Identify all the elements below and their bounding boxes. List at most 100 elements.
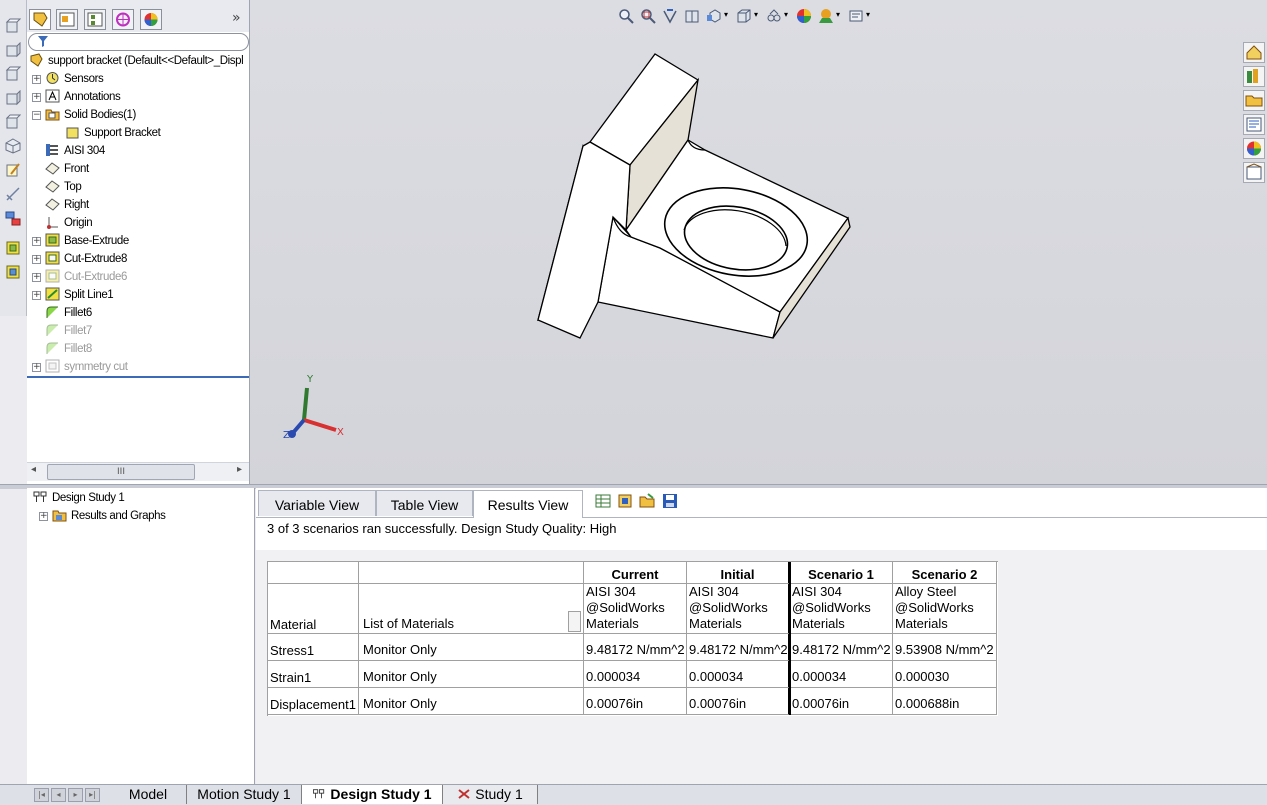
graphics-area[interactable]: ▾ ▾ ▾ ▾ ▾ Y X Z (250, 0, 1267, 484)
tab-dimxpert-manager[interactable] (112, 9, 134, 30)
display-manager-icon (144, 13, 158, 26)
section-view-icon[interactable] (684, 8, 700, 24)
tab-prev-button[interactable]: ◂ (51, 788, 66, 802)
tab-property-manager[interactable] (56, 9, 78, 30)
view-orientation-icon[interactable] (706, 8, 722, 24)
results-and-graphs-item[interactable]: Results and Graphs (52, 507, 166, 525)
row-label: Displacement1 (268, 688, 359, 715)
tab-table-view[interactable]: Table View (376, 490, 473, 516)
material-cell[interactable]: AISI 304 @SolidWorks Materials (687, 584, 790, 634)
tree-expander[interactable]: + (32, 291, 41, 300)
material-cell[interactable]: Alloy Steel @SolidWorks Materials (893, 584, 997, 634)
tab-design-study-1[interactable]: Design Study 1 (302, 785, 443, 804)
tab-first-button[interactable]: |◂ (34, 788, 49, 802)
view-back-icon[interactable] (5, 42, 21, 58)
feature-tree-scrollbar[interactable]: ◂ III ▸ (27, 462, 249, 481)
tab-next-button[interactable]: ▸ (68, 788, 83, 802)
tree-item[interactable]: Support Bracket (65, 124, 161, 142)
previous-view-icon[interactable] (662, 8, 678, 24)
hide-show-items-icon[interactable] (766, 8, 782, 24)
tree-expander[interactable]: + (32, 255, 41, 264)
view-isometric-icon[interactable] (5, 138, 21, 154)
tree-item[interactable]: Top (45, 178, 82, 196)
save-results-icon[interactable] (662, 493, 678, 509)
tree-item[interactable]: Fillet7 (45, 322, 92, 340)
zoom-to-area-icon[interactable] (640, 8, 656, 24)
tab-configuration-manager[interactable] (84, 9, 106, 30)
task-home-button[interactable] (1243, 42, 1265, 63)
view-settings-icon[interactable] (848, 8, 864, 24)
split-line-icon (45, 287, 60, 301)
task-custom-properties-button[interactable] (1243, 162, 1265, 183)
edit-appearance-icon[interactable] (796, 8, 812, 24)
apply-scene-icon[interactable] (818, 8, 834, 24)
material-cell[interactable]: AISI 304 @SolidWorks Materials (790, 584, 893, 634)
tree-item[interactable]: Front (45, 160, 89, 178)
tree-item[interactable]: symmetry cut (45, 358, 128, 376)
tab-motion-study-1[interactable]: Motion Study 1 (187, 785, 302, 804)
tree-item[interactable]: Fillet6 (45, 304, 92, 322)
results-expander[interactable]: + (39, 512, 48, 521)
tree-item[interactable]: Cut-Extrude6 (45, 268, 127, 286)
apply-scene-dropdown[interactable]: ▾ (836, 10, 840, 19)
extrude-icon (45, 233, 60, 247)
view-left-icon[interactable] (5, 66, 21, 82)
tree-item[interactable]: Right (45, 196, 89, 214)
tree-item[interactable]: Base-Extrude (45, 232, 129, 250)
update-model-icon[interactable] (617, 493, 633, 509)
scroll-right-arrow[interactable]: ▸ (237, 464, 242, 475)
tree-item[interactable]: AISI 304 (45, 142, 105, 160)
hide-show-dropdown[interactable]: ▾ (784, 10, 788, 19)
row-type: Monitor Only (359, 688, 584, 715)
display-style-icon[interactable] (736, 8, 752, 24)
rollback-bar[interactable] (27, 376, 249, 378)
tree-expander[interactable]: + (32, 273, 41, 282)
view-front-icon[interactable] (5, 18, 21, 34)
support-bracket-model[interactable] (530, 45, 1140, 345)
task-file-explorer-button[interactable] (1243, 90, 1265, 111)
smart-dimension-icon[interactable] (5, 186, 21, 202)
tree-item[interactable]: Sensors (45, 70, 104, 88)
feature-filter-input[interactable] (28, 33, 249, 51)
tree-expander[interactable]: + (32, 75, 41, 84)
tree-item[interactable]: Cut-Extrude8 (45, 250, 127, 268)
tree-item[interactable]: Fillet8 (45, 340, 92, 358)
tree-expander[interactable]: + (32, 237, 41, 246)
tab-feature-manager[interactable] (29, 9, 51, 30)
tab-display-manager[interactable] (140, 9, 162, 30)
view-settings-dropdown[interactable]: ▾ (866, 10, 870, 19)
tab-results-view[interactable]: Results View (473, 490, 583, 518)
view-orientation-dropdown[interactable]: ▾ (724, 10, 728, 19)
tree-root-part[interactable]: support bracket (Default<<Default>_Displ (29, 52, 244, 70)
open-results-icon[interactable] (639, 493, 655, 509)
tree-expander[interactable]: − (32, 111, 41, 120)
tree-item[interactable]: Solid Bodies(1) (45, 106, 136, 124)
task-appearances-button[interactable] (1243, 138, 1265, 159)
view-top-icon[interactable] (5, 114, 21, 130)
tab-last-button[interactable]: ▸| (85, 788, 100, 802)
tab-variable-view[interactable]: Variable View (258, 490, 376, 516)
tree-item[interactable]: Split Line1 (45, 286, 114, 304)
tree-item[interactable]: Annotations (45, 88, 121, 106)
scroll-thumb[interactable]: III (47, 464, 195, 480)
tree-item[interactable]: Origin (45, 214, 93, 232)
material-dropdown-button[interactable] (568, 611, 581, 632)
view-right-icon[interactable] (5, 90, 21, 106)
material-cell[interactable]: AISI 304 @SolidWorks Materials (584, 584, 687, 634)
tab-study-1[interactable]: Study 1 (443, 785, 538, 804)
export-table-icon[interactable] (595, 493, 611, 509)
feature-cut-icon[interactable] (5, 264, 21, 280)
sketch-icon[interactable] (5, 162, 21, 178)
tree-expander[interactable]: + (32, 93, 41, 102)
tab-model[interactable]: Model (110, 785, 187, 804)
display-style-dropdown[interactable]: ▾ (754, 10, 758, 19)
panel-expand-button[interactable]: » (232, 10, 241, 26)
task-design-library-button[interactable] (1243, 66, 1265, 87)
zoom-to-fit-icon[interactable] (618, 8, 634, 24)
feature-extrude-icon[interactable] (5, 240, 21, 256)
design-study-root[interactable]: Design Study 1 (33, 489, 125, 507)
task-view-palette-button[interactable] (1243, 114, 1265, 135)
scroll-left-arrow[interactable]: ◂ (31, 464, 36, 475)
tree-expander[interactable]: + (32, 363, 41, 372)
relations-icon[interactable] (5, 210, 21, 226)
